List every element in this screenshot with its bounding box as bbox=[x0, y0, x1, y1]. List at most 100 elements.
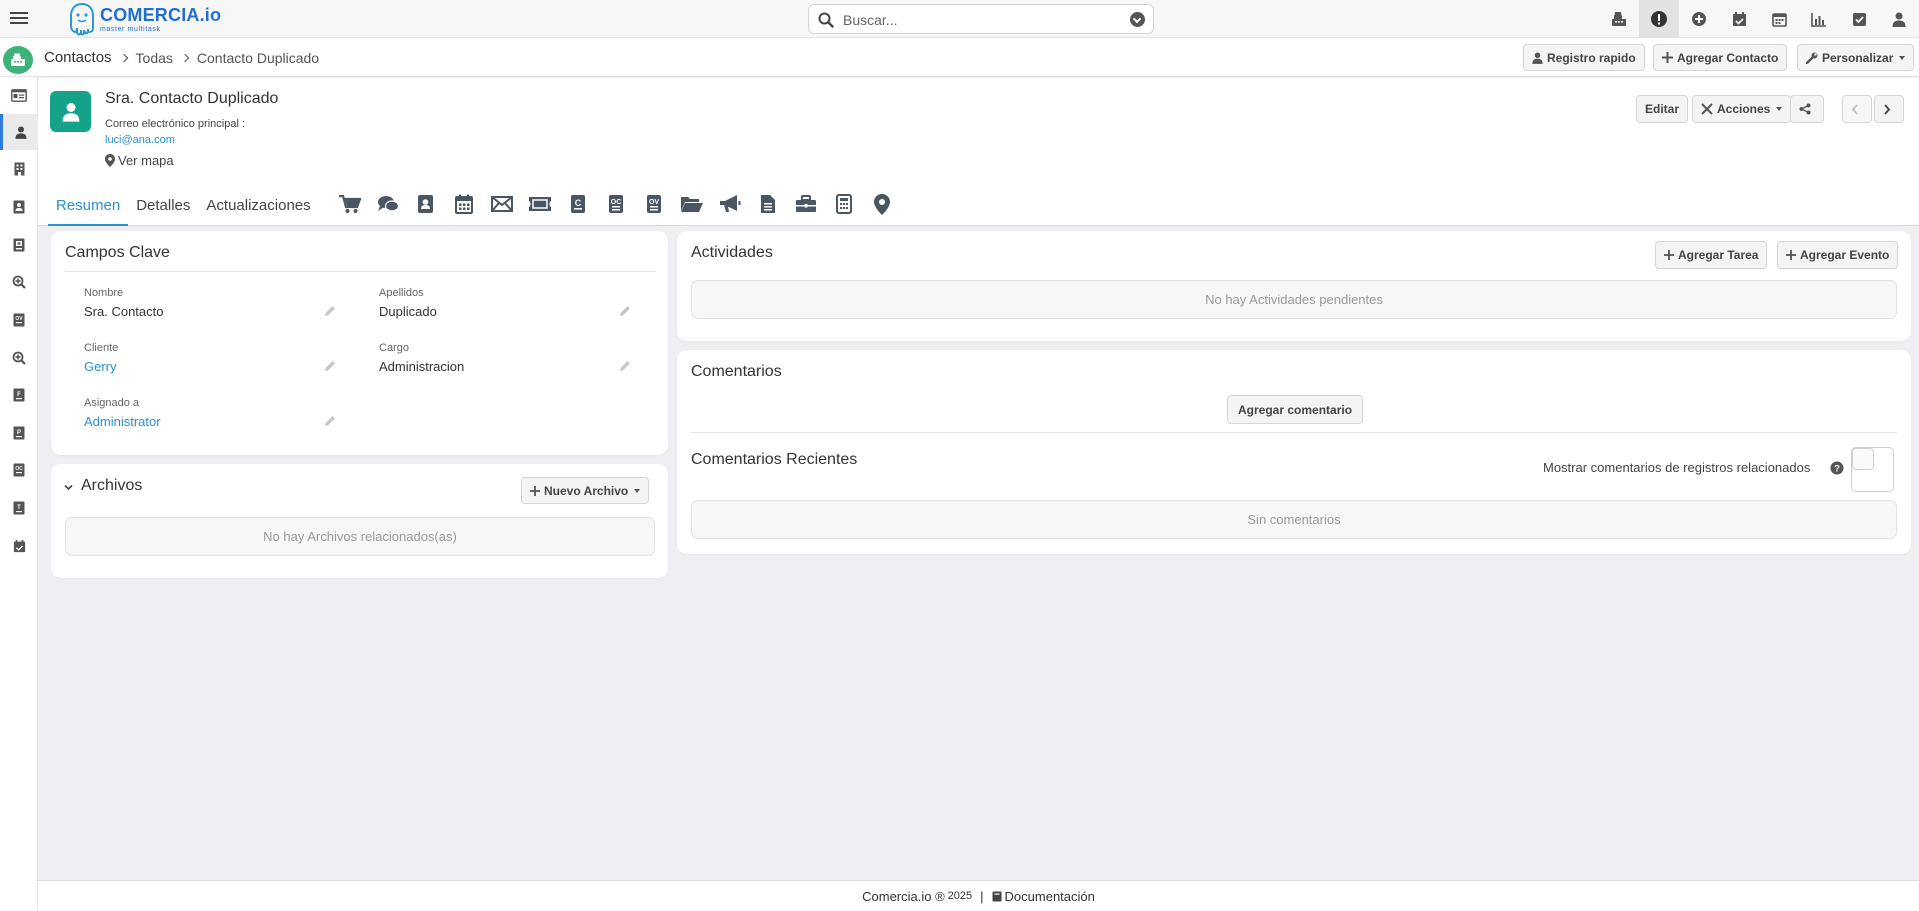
pencil-icon[interactable] bbox=[619, 305, 631, 317]
calendar-icon[interactable] bbox=[1759, 0, 1799, 38]
comments-icon[interactable] bbox=[369, 195, 407, 213]
calendar-icon[interactable] bbox=[445, 194, 483, 214]
folder-open-icon[interactable] bbox=[673, 195, 711, 213]
field-label-cargo: Cargo bbox=[379, 342, 409, 354]
add-contact-button[interactable]: Agregar Contacto bbox=[1653, 44, 1788, 71]
tab-detalles[interactable]: Detalles bbox=[128, 189, 198, 226]
files-empty-state: No hay Archivos relacionados(as) bbox=[65, 517, 655, 556]
previous-record-button[interactable] bbox=[1842, 95, 1872, 123]
plus-icon bbox=[530, 485, 540, 496]
footer: Comercia.io ® 2025 | Documentación bbox=[38, 880, 1919, 911]
card-c-icon[interactable]: C bbox=[559, 194, 597, 214]
help-icon[interactable]: ? bbox=[1830, 461, 1844, 475]
briefcase-icon[interactable] bbox=[787, 195, 825, 213]
pencil-icon[interactable] bbox=[619, 360, 631, 372]
rail-quote-icon[interactable] bbox=[0, 227, 38, 263]
add-event-button[interactable]: Agregar Evento bbox=[1777, 241, 1899, 269]
logo-tagline: master multitask bbox=[100, 25, 161, 33]
map-link[interactable]: Ver mapa bbox=[105, 153, 174, 168]
calculator-icon[interactable] bbox=[825, 194, 863, 214]
search-dropdown-icon[interactable] bbox=[1130, 12, 1145, 27]
check-square-icon[interactable] bbox=[1839, 0, 1879, 38]
key-fields-title: Campos Clave bbox=[65, 244, 170, 261]
email-label: Correo electrónico principal : bbox=[105, 118, 246, 130]
envelope-icon[interactable] bbox=[483, 196, 521, 212]
tab-resumen[interactable]: Resumen bbox=[48, 189, 129, 226]
breadcrumb-bar: Contactos Todas Contacto Duplicado Regis… bbox=[0, 38, 1919, 77]
ov-icon[interactable]: OV bbox=[635, 194, 673, 214]
logo-text: COMERCIA.io bbox=[100, 4, 222, 25]
contacts-icon[interactable] bbox=[407, 194, 445, 214]
book-icon bbox=[992, 891, 1002, 901]
tab-icon-bar: C OC OV bbox=[331, 189, 901, 219]
rail-calendar-check-icon[interactable] bbox=[0, 528, 38, 564]
pencil-icon[interactable] bbox=[324, 415, 336, 427]
file-icon[interactable] bbox=[749, 194, 787, 214]
actions-button[interactable]: Acciones bbox=[1692, 95, 1792, 123]
add-contact-label: Agregar Contacto bbox=[1677, 50, 1779, 65]
oc-icon[interactable]: OC bbox=[597, 194, 635, 214]
cash-register-icon[interactable] bbox=[1599, 0, 1639, 38]
breadcrumb-contactos[interactable]: Contactos bbox=[44, 49, 112, 66]
field-value-nombre: Sra. Contacto bbox=[84, 304, 164, 319]
record-tabs: Resumen Detalles Actualizaciones C OC OV bbox=[48, 189, 901, 226]
user-icon[interactable] bbox=[1879, 0, 1919, 38]
recent-comments-title: Comentarios Recientes bbox=[691, 451, 858, 468]
module-contacts-icon[interactable] bbox=[3, 46, 33, 74]
rail-report-icon[interactable]: T bbox=[0, 490, 38, 526]
plus-icon bbox=[1786, 250, 1796, 260]
field-value-asignado[interactable]: Administrator bbox=[84, 414, 161, 429]
new-file-button[interactable]: Nuevo Archivo bbox=[521, 477, 650, 504]
quick-record-button[interactable]: Registro rapido bbox=[1523, 44, 1645, 71]
rail-building-icon[interactable] bbox=[0, 151, 38, 187]
share-button[interactable] bbox=[1790, 95, 1824, 123]
chevron-down-icon[interactable] bbox=[64, 484, 73, 491]
next-record-button[interactable] bbox=[1874, 95, 1904, 123]
rail-ov-doc-icon[interactable]: OV bbox=[0, 302, 38, 338]
megaphone-icon[interactable] bbox=[711, 194, 749, 214]
alert-icon[interactable] bbox=[1639, 0, 1679, 38]
files-title[interactable]: Archivos bbox=[81, 477, 142, 495]
edit-button[interactable]: Editar bbox=[1636, 95, 1689, 123]
menu-icon[interactable] bbox=[10, 9, 28, 27]
toggle-knob bbox=[1852, 448, 1874, 470]
chevron-right-icon bbox=[119, 53, 128, 62]
add-comment-button[interactable]: Agregar comentario bbox=[1227, 395, 1364, 424]
calendar-check-icon[interactable] bbox=[1719, 0, 1759, 38]
chart-icon[interactable] bbox=[1799, 0, 1839, 38]
search-box[interactable] bbox=[808, 4, 1154, 34]
rail-invoice-icon[interactable]: F bbox=[0, 377, 38, 413]
rail-search-plus-icon[interactable] bbox=[0, 264, 38, 300]
footer-separator: | bbox=[980, 888, 984, 904]
rail-user-icon[interactable] bbox=[0, 114, 38, 150]
comments-panel: Comentarios Agregar comentario Comentari… bbox=[677, 350, 1911, 554]
field-label-apellidos: Apellidos bbox=[379, 287, 424, 299]
plus-circle-icon[interactable] bbox=[1679, 0, 1719, 38]
ticket-icon[interactable] bbox=[521, 196, 559, 212]
svg-text:OC: OC bbox=[610, 199, 621, 206]
show-related-toggle[interactable] bbox=[1851, 447, 1894, 492]
rail-oc-doc-icon[interactable]: OC bbox=[0, 452, 38, 488]
pencil-icon[interactable] bbox=[324, 305, 336, 317]
rail-search-plus-icon-2[interactable] bbox=[0, 340, 38, 376]
plus-icon bbox=[1664, 250, 1674, 260]
rail-document-icon[interactable]: P bbox=[0, 415, 38, 451]
documentation-link[interactable]: Documentación bbox=[1005, 889, 1095, 904]
map-marker-icon[interactable] bbox=[863, 193, 901, 215]
breadcrumb-todas[interactable]: Todas bbox=[136, 50, 173, 66]
search-input[interactable] bbox=[843, 10, 1113, 30]
rail-id-card-icon[interactable] bbox=[0, 77, 38, 113]
logo[interactable]: COMERCIA.io master multitask bbox=[68, 2, 221, 36]
caret-down-icon bbox=[1776, 107, 1783, 111]
footer-brand: Comercia.io ® bbox=[862, 888, 945, 904]
field-value-cliente[interactable]: Gerry bbox=[84, 359, 117, 374]
rail-contact-card-icon[interactable] bbox=[0, 189, 38, 225]
cart-icon[interactable] bbox=[331, 194, 369, 214]
field-label-asignado: Asignado a bbox=[84, 397, 140, 409]
customize-button[interactable]: Personalizar bbox=[1797, 44, 1915, 71]
pencil-icon[interactable] bbox=[324, 360, 336, 372]
tab-actualizaciones[interactable]: Actualizaciones bbox=[198, 189, 318, 226]
add-task-button[interactable]: Agregar Tarea bbox=[1655, 241, 1768, 269]
email-link[interactable]: luci@ana.com bbox=[105, 134, 175, 146]
svg-text:T: T bbox=[17, 505, 21, 511]
